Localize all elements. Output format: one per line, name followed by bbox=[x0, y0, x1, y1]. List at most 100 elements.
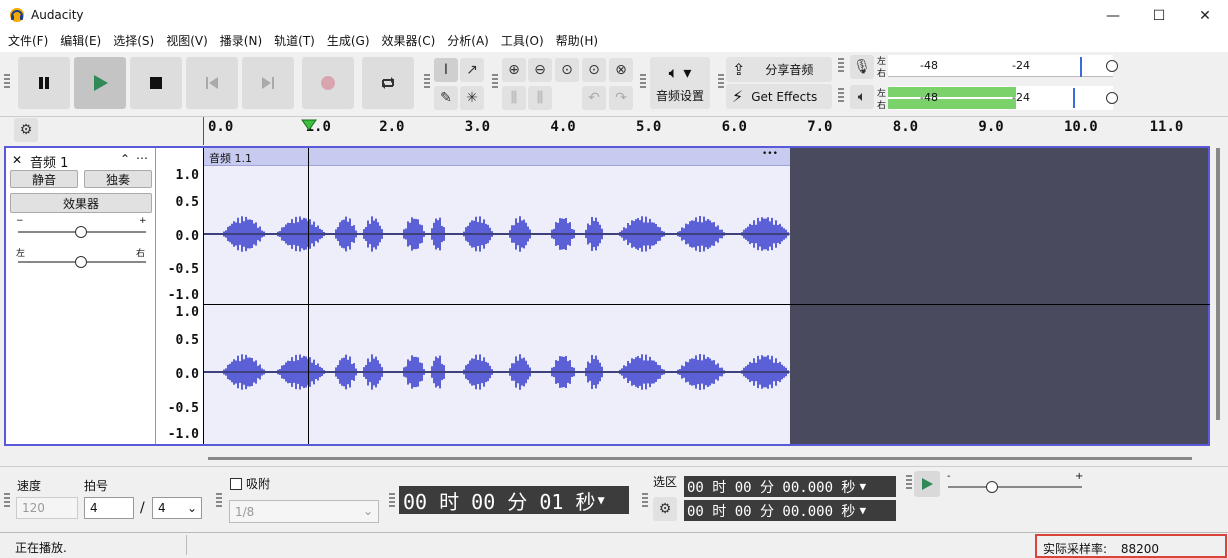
vertical-scrollbar[interactable] bbox=[1216, 148, 1220, 420]
waveform bbox=[204, 216, 790, 390]
gain-slider-thumb[interactable] bbox=[75, 226, 87, 238]
loop-button[interactable] bbox=[362, 57, 414, 109]
selection-tool-icon[interactable]: I bbox=[434, 58, 458, 82]
tools-grip[interactable] bbox=[424, 74, 430, 90]
ruler-tick-label: 5.0 bbox=[636, 119, 662, 135]
close-track-icon[interactable]: ✕ bbox=[12, 153, 22, 167]
tempo-grip[interactable] bbox=[4, 493, 10, 509]
menu-file[interactable]: 文件(F) bbox=[2, 31, 54, 52]
clip-name[interactable]: 音频 1.1 bbox=[209, 150, 252, 166]
play-at-speed-button[interactable] bbox=[914, 471, 940, 497]
menu-effect[interactable]: 效果器(C) bbox=[376, 31, 442, 52]
solo-button[interactable]: 独奏 bbox=[84, 170, 152, 188]
menu-help[interactable]: 帮助(H) bbox=[550, 31, 604, 52]
timeline-ruler[interactable]: ⚙ 0.0 1.0 2.0 3.0 4.0 5.0 6.0 7.0 8.0 9.0 10.0 11.0 bbox=[0, 116, 1228, 145]
playhead-marker-icon[interactable] bbox=[301, 119, 317, 134]
share-audio-button[interactable]: ⇪ 分享音频 bbox=[726, 57, 832, 82]
play-meter[interactable]: -48 -24 bbox=[888, 86, 1118, 110]
skip-start-button[interactable] bbox=[186, 57, 238, 109]
zoom-in-icon[interactable]: ⊕ bbox=[502, 58, 526, 82]
selection-grip[interactable] bbox=[642, 493, 648, 509]
redo-icon[interactable]: ↷ bbox=[609, 86, 633, 110]
close-button[interactable]: ✕ bbox=[1182, 0, 1228, 31]
play-button[interactable] bbox=[74, 57, 126, 109]
track-panel: ✕ 音频 1 ⌃ ⋯ 静音 独奏 效果器 − + 左 右 1.0 0.5 0.0… bbox=[4, 146, 1210, 446]
effects-button[interactable]: 效果器 bbox=[10, 193, 152, 213]
sample-rate-label: 实际采样率: bbox=[1043, 542, 1108, 556]
mute-label: 静音 bbox=[31, 172, 56, 187]
track-name[interactable]: 音频 1 bbox=[30, 152, 68, 171]
audio-setup-grip[interactable] bbox=[640, 74, 646, 90]
minimize-button[interactable]: — bbox=[1090, 0, 1136, 31]
maximize-button[interactable]: ☐ bbox=[1136, 0, 1182, 31]
horizontal-scrollbar[interactable] bbox=[208, 457, 1192, 460]
trim-icon[interactable]: ⫼ bbox=[502, 86, 526, 110]
pan-slider-thumb[interactable] bbox=[75, 256, 87, 268]
clip-menu-icon[interactable]: ••• bbox=[762, 149, 778, 159]
menu-tracks[interactable]: 轨道(T) bbox=[268, 31, 321, 52]
scale-label: 0.5 bbox=[175, 195, 199, 210]
clip-header[interactable]: 音频 1.1 ••• bbox=[204, 148, 790, 166]
scale-label: -1.0 bbox=[167, 427, 199, 442]
time-display[interactable]: 00 时 00 分 01 秒 ▼ bbox=[399, 486, 629, 514]
get-effects-button[interactable]: ⚡ Get Effects bbox=[726, 84, 832, 109]
silence-icon[interactable]: ⫼ bbox=[528, 86, 552, 110]
toolbar-grip[interactable] bbox=[4, 74, 10, 90]
audio-setup-button[interactable]: 🔈︎ ▾ 音频设置 bbox=[650, 57, 710, 109]
envelope-tool-icon[interactable]: ↗ bbox=[460, 58, 484, 82]
record-meter-grip[interactable] bbox=[838, 58, 844, 74]
playback-gain-knob[interactable] bbox=[1106, 92, 1118, 104]
menu-tools[interactable]: 工具(O) bbox=[495, 31, 550, 52]
skip-end-button[interactable] bbox=[242, 57, 294, 109]
multi-tool-icon[interactable]: ✳ bbox=[460, 86, 484, 110]
undo-icon[interactable]: ↶ bbox=[582, 86, 606, 110]
menu-select[interactable]: 选择(S) bbox=[107, 31, 160, 52]
record-button[interactable] bbox=[302, 57, 354, 109]
fit-selection-icon[interactable]: ⊙ bbox=[555, 58, 579, 82]
speed-slider-thumb[interactable] bbox=[986, 481, 998, 493]
microphone-icon[interactable]: 🎙︎ bbox=[850, 55, 874, 79]
speed-plus-label: + bbox=[1075, 471, 1084, 482]
stop-button[interactable] bbox=[130, 57, 182, 109]
collapse-track-icon[interactable]: ⌃ bbox=[120, 152, 130, 166]
title-bar: Audacity — ☐ ✕ bbox=[0, 0, 1228, 31]
menu-generate[interactable]: 生成(G) bbox=[321, 31, 376, 52]
selection-start-value: 00 时 00 分 00.000 秒 bbox=[687, 479, 856, 496]
time-signature-top-input[interactable]: 4 bbox=[84, 497, 134, 519]
snap-value: 1/8 bbox=[235, 505, 255, 519]
speed-slider-track[interactable] bbox=[948, 486, 1082, 488]
time-signature-bottom-select[interactable]: 4 ⌄ bbox=[152, 497, 202, 519]
play-meter-peak bbox=[1073, 88, 1075, 108]
tempo-input[interactable]: 120 bbox=[16, 497, 78, 519]
menu-edit[interactable]: 编辑(E) bbox=[54, 31, 107, 52]
menu-transport[interactable]: 播录(N) bbox=[214, 31, 268, 52]
speaker-meter-icon[interactable]: 🔈︎ bbox=[850, 85, 874, 109]
snap-checkbox[interactable] bbox=[230, 478, 242, 490]
snap-select[interactable]: 1/8 ⌄ bbox=[229, 500, 379, 523]
play-speed-grip[interactable] bbox=[906, 475, 912, 491]
pause-button[interactable] bbox=[18, 57, 70, 109]
selection-label: 选区 bbox=[653, 475, 678, 489]
selection-end[interactable]: 00 时 00 分 00.000 秒 ▼ bbox=[684, 500, 896, 521]
time-grip[interactable] bbox=[389, 493, 395, 509]
zoom-toggle-icon[interactable]: ⊗ bbox=[609, 58, 633, 82]
audio-clip[interactable]: 音频 1.1 ••• bbox=[204, 148, 790, 444]
track-menu-icon[interactable]: ⋯ bbox=[136, 151, 148, 165]
time-display-value: 00 时 00 分 01 秒 bbox=[403, 489, 596, 514]
edit-grip[interactable] bbox=[492, 74, 498, 90]
amplitude-scale[interactable]: 1.0 0.5 0.0 -0.5 -1.0 1.0 0.5 0.0 -0.5 -… bbox=[156, 148, 204, 444]
draw-tool-icon[interactable]: ✎ bbox=[434, 86, 458, 110]
share-grip[interactable] bbox=[718, 74, 724, 90]
selection-settings-icon[interactable]: ⚙ bbox=[653, 497, 677, 521]
zoom-out-icon[interactable]: ⊖ bbox=[528, 58, 552, 82]
fit-project-icon[interactable]: ⊙ bbox=[582, 58, 606, 82]
snap-grip[interactable] bbox=[216, 493, 222, 509]
selection-start[interactable]: 00 时 00 分 00.000 秒 ▼ bbox=[684, 476, 896, 497]
menu-analyze[interactable]: 分析(A) bbox=[441, 31, 495, 52]
play-meter-grip[interactable] bbox=[838, 88, 844, 104]
menu-view[interactable]: 视图(V) bbox=[160, 31, 214, 52]
mute-button[interactable]: 静音 bbox=[10, 170, 78, 188]
record-meter-channel-right: 右 bbox=[877, 69, 887, 79]
record-meter[interactable]: -48 -24 bbox=[888, 55, 1118, 77]
record-gain-knob[interactable] bbox=[1106, 60, 1118, 72]
